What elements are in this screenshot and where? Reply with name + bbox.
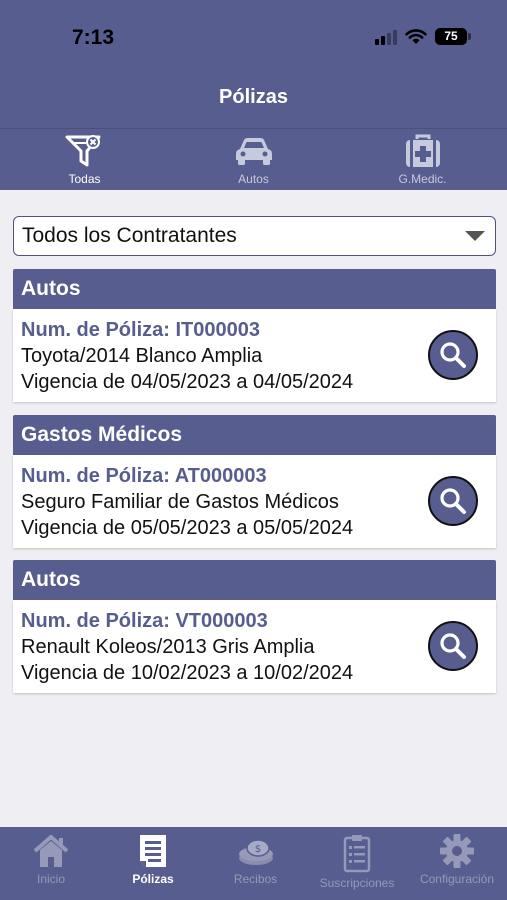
nav-configuracion[interactable]: Configuración [407, 827, 507, 900]
policy-validity: Vigencia de 10/02/2023 a 10/02/2024 [21, 662, 354, 684]
svg-text:$: $ [254, 844, 260, 855]
policy-description: Renault Koleos/2013 Gris Amplia [21, 636, 315, 658]
view-policy-button[interactable] [428, 476, 478, 526]
nav-recibos[interactable]: $ Recibos [204, 827, 307, 900]
contractor-select[interactable]: Todos los Contratantes [13, 216, 496, 256]
tab-label: Todas [68, 172, 101, 186]
tab-todas[interactable]: Todas [0, 129, 169, 190]
status-icons: 75 [375, 28, 471, 45]
policy-card: Gastos Médicos Num. de Póliza: AT000003 … [13, 415, 496, 548]
policy-number: Num. de Póliza: VT000003 [21, 610, 268, 632]
clipboard-icon [343, 835, 371, 873]
battery-icon: 75 [435, 28, 471, 45]
home-icon [33, 835, 69, 867]
bottom-navigation: Inicio Pólizas $ Recibos Suscripciones C… [0, 827, 507, 900]
policy-number: Num. de Póliza: AT000003 [21, 465, 267, 487]
wifi-icon [405, 28, 427, 44]
policy-category: Autos [13, 269, 496, 309]
nav-label: Recibos [233, 872, 278, 886]
nav-label: Inicio [36, 872, 65, 886]
signal-icon [375, 29, 397, 45]
policy-details: Num. de Póliza: VT000003 Renault Koleos/… [13, 600, 496, 693]
status-time: 7:13 [72, 26, 115, 49]
nav-polizas[interactable]: Pólizas [102, 827, 204, 900]
category-tabs: Todas Autos G.Medic. [0, 128, 507, 190]
status-bar: 7:13 75 [0, 0, 507, 70]
nav-label: Suscripciones [319, 876, 395, 890]
nav-label: Pólizas [132, 872, 174, 886]
contractor-select-value: Todos los Contratantes [22, 224, 237, 247]
nav-suscripciones[interactable]: Suscripciones [307, 827, 407, 900]
policy-description: Toyota/2014 Blanco Amplia [21, 345, 263, 367]
policy-number: Num. de Póliza: IT000003 [21, 319, 260, 341]
tab-gastos-medicos[interactable]: G.Medic. [338, 129, 507, 190]
view-policy-button[interactable] [428, 621, 478, 671]
chevron-down-icon [465, 231, 485, 241]
policy-description: Seguro Familiar de Gastos Médicos [21, 491, 339, 513]
medical-kit-icon [405, 134, 440, 167]
car-icon [235, 138, 272, 165]
tab-label: G.Medic. [398, 172, 447, 186]
app-header: 7:13 75 Pólizas Todas Autos G.Medic. [0, 0, 507, 190]
policy-details: Num. de Póliza: AT000003 Seguro Familiar… [13, 455, 496, 548]
page-title: Pólizas [219, 86, 288, 108]
view-policy-button[interactable] [428, 330, 478, 380]
policy-details: Num. de Póliza: IT000003 Toyota/2014 Bla… [13, 309, 496, 402]
nav-label: Configuración [419, 872, 495, 886]
policy-card: Autos Num. de Póliza: VT000003 Renault K… [13, 560, 496, 693]
policy-category: Gastos Médicos [13, 415, 496, 455]
policy-card: Autos Num. de Póliza: IT000003 Toyota/20… [13, 269, 496, 402]
policy-validity: Vigencia de 04/05/2023 a 04/05/2024 [21, 371, 354, 393]
policy-validity: Vigencia de 05/05/2023 a 05/05/2024 [21, 517, 354, 539]
tab-autos[interactable]: Autos [169, 129, 338, 190]
search-icon [440, 342, 466, 368]
filter-icon [65, 135, 100, 167]
search-icon [440, 633, 466, 659]
document-icon [140, 835, 166, 867]
tab-label: Autos [238, 172, 269, 186]
nav-inicio[interactable]: Inicio [0, 827, 102, 900]
coins-icon: $ [238, 839, 273, 865]
search-icon [440, 488, 466, 514]
policy-category: Autos [13, 560, 496, 600]
gear-icon [440, 834, 474, 868]
